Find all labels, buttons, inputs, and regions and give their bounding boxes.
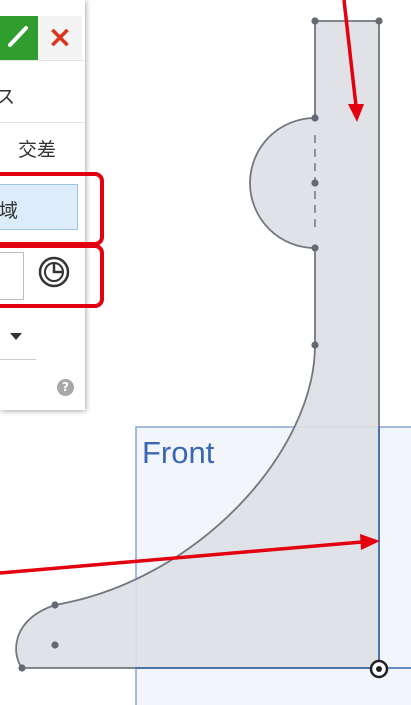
origin-icon[interactable] [369,659,389,679]
sketch-point [311,179,319,187]
help-icon[interactable]: ? [57,379,74,396]
sketch-point [311,341,319,349]
intersect-option[interactable]: 交差 [18,135,56,162]
cancel-button[interactable]: × [38,16,82,60]
close-icon: × [47,20,73,55]
annotation-highlight-input [0,244,104,308]
sketch-point [311,17,319,25]
divider [0,122,85,123]
dropdown-underline [0,359,36,360]
checkmark-icon [8,26,28,47]
confirm-button[interactable] [0,16,38,60]
annotation-highlight-region [0,172,104,246]
sketch-point [311,244,319,252]
front-plane-label: Front [142,435,215,470]
sketch-point [311,114,319,122]
sketch-point [18,664,26,672]
divider [0,60,85,61]
sketch-point [51,641,59,649]
option-label-partial[interactable]: ス [0,82,15,109]
chevron-down-icon[interactable] [10,333,22,340]
sketch-point [51,601,59,609]
sketch-point [375,17,383,25]
